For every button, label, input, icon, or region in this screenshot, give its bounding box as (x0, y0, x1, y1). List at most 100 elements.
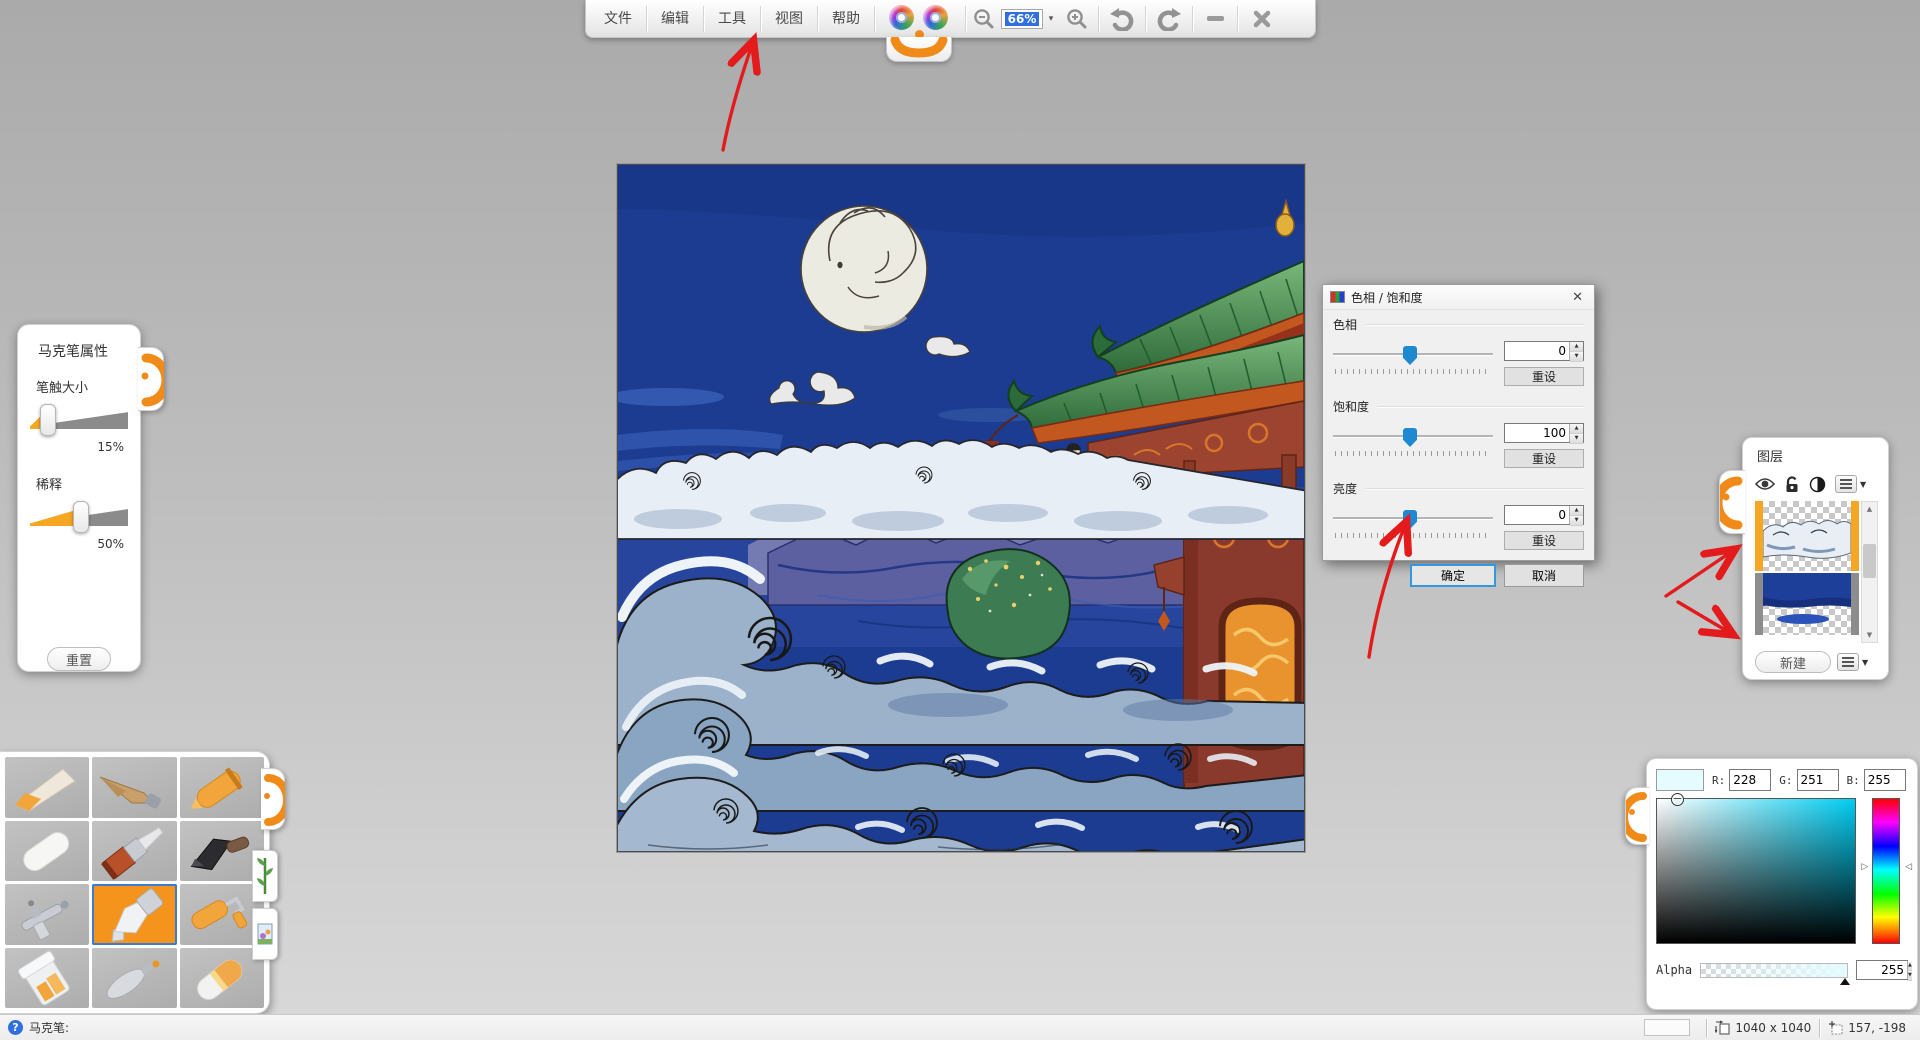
saturation-slider[interactable] (1333, 425, 1493, 447)
paper-pencil-icon (5, 757, 89, 817)
brush-size-slider-thumb[interactable] (40, 404, 56, 436)
hue-strip[interactable] (1872, 798, 1900, 944)
redo-button[interactable] (1148, 2, 1190, 36)
cancel-button[interactable]: 取消 (1504, 564, 1584, 587)
hue-spinner[interactable]: ▲▼ (1569, 342, 1583, 360)
dialog-close-icon[interactable]: ✕ (1568, 290, 1587, 305)
alpha-value-field[interactable]: ▲▼ (1856, 960, 1908, 980)
brush-size-slider[interactable] (30, 402, 128, 436)
lightness-reset-button[interactable]: 重设 (1504, 531, 1584, 550)
canvas[interactable] (617, 164, 1305, 852)
layer-selection-bar (1755, 573, 1763, 635)
zoom-out-button[interactable] (968, 2, 1000, 36)
saturation-value-input[interactable] (1505, 424, 1569, 442)
menu-help[interactable]: 帮助 (820, 4, 872, 34)
hue-value-input[interactable] (1505, 342, 1569, 360)
saturation-spinner[interactable]: ▲▼ (1569, 424, 1583, 442)
menu-view[interactable]: 视图 (763, 4, 815, 34)
brush-crayon[interactable] (180, 757, 264, 818)
layers-panel-collapse-tab[interactable] (1719, 470, 1745, 534)
hue-label: 色相 (1333, 316, 1357, 333)
hue-marker-left-icon[interactable]: ▷ (1861, 862, 1868, 872)
dialog-hue-icon (1330, 291, 1345, 303)
zoom-dropdown-arrow-icon[interactable]: ▾ (1044, 14, 1058, 24)
close-button[interactable] (1240, 2, 1284, 36)
toolbar-separator (965, 6, 966, 32)
lightness-slider[interactable] (1333, 507, 1493, 529)
status-empty-field (1644, 1019, 1690, 1036)
logo-left-eye-icon[interactable] (889, 5, 914, 30)
divider (1365, 488, 1584, 489)
zoom-level-field[interactable]: 66% (1001, 9, 1043, 29)
dilution-slider[interactable] (30, 499, 128, 533)
menu-tools[interactable]: 工具 (706, 4, 758, 34)
brush-pointed-brush[interactable] (92, 757, 176, 818)
layer-lock-button[interactable] (1784, 476, 1800, 493)
current-color-swatch[interactable] (1656, 769, 1704, 791)
hue-slider-thumb[interactable] (1403, 346, 1417, 365)
brush-palette-knife[interactable] (92, 948, 176, 1009)
alpha-value-input[interactable] (1857, 961, 1907, 979)
red-input[interactable] (1729, 769, 1771, 791)
zoom-in-button[interactable] (1058, 2, 1096, 36)
saturation-slider-thumb[interactable] (1403, 428, 1417, 447)
resize-icon (1715, 1020, 1730, 1035)
lightness-spinner[interactable]: ▲▼ (1569, 506, 1583, 524)
lightness-value-input[interactable] (1505, 506, 1569, 524)
scroll-down-icon[interactable]: ▼ (1867, 628, 1872, 642)
picture-icon (257, 923, 273, 945)
saturation-value-picker[interactable] (1656, 798, 1856, 944)
undo-button[interactable] (1101, 2, 1143, 36)
brush-marker-selected[interactable] (92, 884, 176, 945)
app-logo (877, 0, 963, 38)
layer-options-button[interactable]: ▼ (1835, 475, 1866, 493)
hue-marker-right-icon[interactable]: ◁ (1905, 862, 1912, 872)
new-layer-button[interactable]: 新建 (1755, 651, 1831, 673)
menu-file[interactable]: 文件 (592, 4, 644, 34)
hue-value-field[interactable]: ▲▼ (1504, 341, 1584, 361)
brush-chalk[interactable] (5, 821, 89, 882)
brush-size-value: 15% (30, 440, 124, 454)
brush-paper-pencil[interactable] (5, 757, 89, 818)
marker-reset-button[interactable]: 重置 (47, 647, 111, 671)
blue-input[interactable] (1864, 769, 1906, 791)
bamboo-brush-tab[interactable] (252, 850, 278, 902)
texture-brush-tab[interactable] (252, 908, 278, 960)
hue-slider[interactable] (1333, 343, 1493, 365)
brush-panel-collapse-tab[interactable] (261, 768, 285, 830)
layer-row-clouds-selected[interactable] (1755, 501, 1859, 571)
color-picker-panel: R: G: B: ▷ ◁ Alpha ▲▼ (1646, 758, 1918, 1010)
scrollbar-thumb[interactable] (1863, 544, 1876, 578)
lightness-value-field[interactable]: ▲▼ (1504, 505, 1584, 525)
alpha-spinner[interactable]: ▲▼ (1907, 961, 1912, 979)
toolbar-separator (1237, 6, 1238, 32)
green-input[interactable] (1797, 769, 1839, 791)
dialog-titlebar[interactable]: 色相 / 饱和度 ✕ (1323, 285, 1594, 310)
logo-right-eye-icon[interactable] (923, 5, 948, 30)
color-panel-collapse-tab[interactable] (1625, 787, 1649, 845)
color-picker-cursor[interactable] (1671, 793, 1684, 806)
lightness-slider-thumb[interactable] (1403, 510, 1417, 529)
saturation-reset-button[interactable]: 重设 (1504, 449, 1584, 468)
saturation-label: 饱和度 (1333, 398, 1369, 415)
layer-blend-button[interactable] (1809, 476, 1826, 493)
ok-button[interactable]: 确定 (1410, 564, 1496, 587)
brush-airbrush[interactable] (5, 884, 89, 945)
brush-flat-brush[interactable] (92, 821, 176, 882)
alpha-slider[interactable] (1700, 963, 1848, 978)
saturation-value-field[interactable]: ▲▼ (1504, 423, 1584, 443)
layer-list-menu-button[interactable]: ▼ (1837, 653, 1868, 671)
menu-edit[interactable]: 编辑 (649, 4, 701, 34)
layer-list-scrollbar[interactable]: ▲ ▼ (1861, 501, 1878, 643)
scroll-up-icon[interactable]: ▲ (1867, 502, 1872, 516)
alpha-slider-marker[interactable] (1840, 978, 1850, 985)
dilution-value: 50% (30, 537, 124, 551)
brush-paint-jar[interactable] (5, 948, 89, 1009)
arrow-to-layer-2 (1678, 602, 1732, 634)
dilution-slider-thumb[interactable] (73, 501, 89, 533)
marker-panel-collapse-tab[interactable] (138, 347, 164, 411)
layer-row-sky[interactable] (1755, 573, 1859, 635)
hue-reset-button[interactable]: 重设 (1504, 367, 1584, 386)
layer-visibility-button[interactable] (1755, 477, 1775, 491)
minimize-button[interactable] (1195, 2, 1235, 36)
